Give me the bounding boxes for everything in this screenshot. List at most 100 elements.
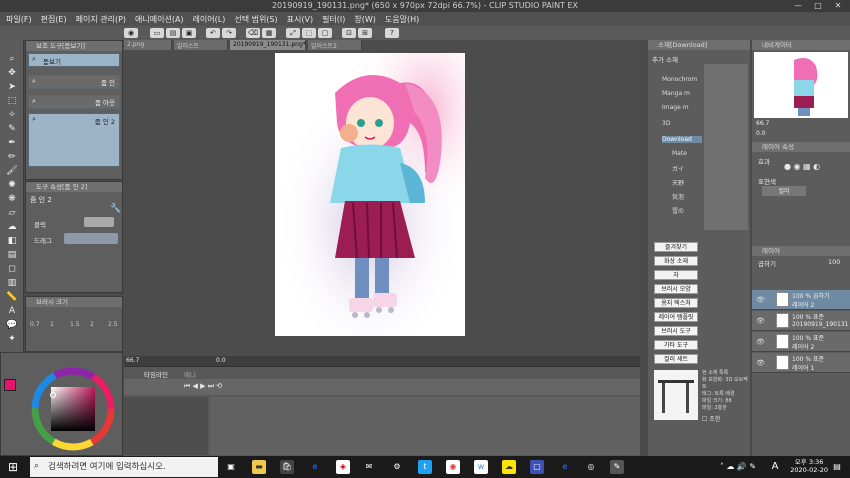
mail-icon[interactable]: ✉ bbox=[362, 460, 376, 474]
opacity-readout[interactable]: 100 bbox=[828, 258, 840, 266]
minimize-button[interactable]: — bbox=[790, 0, 806, 12]
material-category-button[interactable]: 브러시 모양 bbox=[654, 284, 698, 294]
material-category-button[interactable]: 컬러 세트 bbox=[654, 354, 698, 364]
notification-icon[interactable]: ▤ bbox=[830, 460, 844, 474]
save-icon[interactable]: ▣ bbox=[182, 28, 196, 38]
close-button[interactable]: ✕ bbox=[830, 0, 846, 12]
kakaotalk-icon[interactable]: ☁ bbox=[502, 460, 516, 474]
brush-size-value[interactable]: 2 bbox=[90, 321, 94, 328]
airbrush-tool-icon[interactable]: ✺ bbox=[5, 180, 19, 191]
balloon-tool-icon[interactable]: 💬 bbox=[5, 320, 19, 331]
layer-row[interactable]: 👁 100 % 표준 레이어 1 bbox=[752, 353, 850, 373]
pen-tool-icon[interactable]: ✒ bbox=[5, 138, 19, 149]
material-tree-item[interactable]: 3D bbox=[662, 120, 670, 127]
eye-icon[interactable]: 👁 bbox=[756, 317, 765, 325]
menu-edit[interactable]: 편집(E) bbox=[41, 14, 67, 25]
fill-tool-icon[interactable]: ◧ bbox=[5, 236, 19, 247]
canvas-paper[interactable] bbox=[275, 53, 465, 336]
timeline-tab[interactable]: 타임라인 bbox=[144, 369, 168, 379]
decoration-tool-icon[interactable]: ❋ bbox=[5, 194, 19, 205]
material-tree-item[interactable]: Mate bbox=[672, 150, 687, 157]
edge-legacy-icon[interactable]: e bbox=[558, 460, 572, 474]
file-explorer-icon[interactable]: ▬ bbox=[252, 460, 266, 474]
color-wheel[interactable] bbox=[31, 367, 115, 451]
deselect-icon[interactable]: ⬚ bbox=[302, 28, 316, 38]
material-category-button[interactable]: 화상 소재 bbox=[654, 256, 698, 266]
app-icon[interactable]: ◈ bbox=[336, 460, 350, 474]
lasso-tool-icon[interactable]: ✧ bbox=[5, 110, 19, 121]
edge-icon[interactable]: e bbox=[308, 460, 322, 474]
open-file-icon[interactable]: ▤ bbox=[166, 28, 180, 38]
material-category-button[interactable]: 브러시 도구 bbox=[654, 326, 698, 336]
playback-controls-icon[interactable]: ⏮ ◀ ▶ ⏭ ⟲ bbox=[184, 382, 222, 391]
material-category-button[interactable]: 가타 도구 bbox=[654, 340, 698, 350]
taskbar-clock[interactable]: 오후 3:36 2020-02-20 bbox=[790, 458, 828, 474]
menu-file[interactable]: 파일(F) bbox=[6, 14, 32, 25]
material-tree-item-selected[interactable]: Download bbox=[662, 136, 702, 143]
click-option[interactable] bbox=[84, 217, 114, 227]
eye-icon[interactable]: 👁 bbox=[756, 359, 765, 367]
menu-selection[interactable]: 선택 범위(S) bbox=[234, 14, 277, 25]
material-tree-item[interactable]: 気泡 bbox=[672, 192, 684, 201]
layer-row[interactable]: 👁 100 % 표준 20190919_190131 bbox=[752, 311, 850, 331]
brush-tool-icon[interactable]: 🖌 bbox=[5, 166, 19, 177]
layer-row[interactable]: 👁 100 % 표준 레이어 2 bbox=[752, 332, 850, 352]
rotation-readout[interactable]: 0.0 bbox=[216, 357, 226, 364]
operation-tool-icon[interactable]: ➤ bbox=[5, 82, 19, 93]
correction-tool-icon[interactable]: ✦ bbox=[5, 334, 19, 345]
redo-icon[interactable]: ↷ bbox=[222, 28, 236, 38]
navigator-preview[interactable] bbox=[754, 52, 848, 118]
doc-tab-active[interactable]: 20190919_190131.png* bbox=[230, 40, 306, 50]
material-preview-grid[interactable] bbox=[704, 64, 748, 230]
navigator-angle[interactable]: 0.0 bbox=[756, 130, 766, 137]
twitter-icon[interactable]: t bbox=[418, 460, 432, 474]
gradient-tool-icon[interactable]: ▤ bbox=[5, 250, 19, 261]
material-category-button[interactable]: 자 bbox=[654, 270, 698, 280]
wrench-icon[interactable]: 🔧 bbox=[110, 204, 121, 214]
app-w-icon[interactable]: w bbox=[474, 460, 488, 474]
brush-size-value[interactable]: 0.7 bbox=[30, 321, 40, 328]
grid-snap-icon[interactable]: ⊞ bbox=[358, 28, 372, 38]
pencil-tool-icon[interactable]: ✏ bbox=[5, 152, 19, 163]
layer-row[interactable]: 👁 100 % 곱하기 레이어 2 bbox=[752, 290, 850, 310]
text-tool-icon[interactable]: A bbox=[5, 306, 19, 317]
store-icon[interactable]: 🛍 bbox=[280, 460, 294, 474]
help-icon[interactable]: ? bbox=[385, 28, 399, 38]
steam-icon[interactable]: ⚙ bbox=[390, 460, 404, 474]
clip-studio-paint-icon[interactable]: ✎ bbox=[610, 460, 624, 474]
doc-tab[interactable]: 일러스트 bbox=[174, 40, 228, 50]
material-tree-item[interactable]: 天野 bbox=[672, 178, 684, 187]
main-color-swatch[interactable] bbox=[4, 379, 16, 391]
blend-tool-icon[interactable]: ☁ bbox=[5, 222, 19, 233]
material-tree-item[interactable]: 雪の bbox=[672, 206, 684, 215]
doc-tab[interactable]: 2.png bbox=[124, 40, 172, 50]
eraser-tool-icon[interactable]: ▱ bbox=[5, 208, 19, 219]
menu-layer[interactable]: 레이어(L) bbox=[193, 14, 226, 25]
navigator-zoom[interactable]: 66.7 bbox=[756, 120, 769, 127]
task-view-icon[interactable]: ▣ bbox=[224, 460, 238, 474]
color-mode-select[interactable]: 컬러 bbox=[762, 186, 806, 196]
brush-size-value[interactable]: 2.5 bbox=[108, 321, 118, 328]
zoom-readout[interactable]: 66.7 bbox=[126, 357, 139, 364]
frame-tool-icon[interactable]: ▥ bbox=[5, 278, 19, 289]
subtool-item[interactable]: ⌕ 돋보기 bbox=[28, 53, 120, 67]
animation-tab[interactable]: 애니 bbox=[184, 369, 196, 379]
windows-start-icon[interactable]: ⊞ bbox=[8, 460, 18, 474]
material-category-button[interactable]: 즐겨찾기 bbox=[654, 242, 698, 252]
timeline-frames[interactable] bbox=[210, 397, 640, 455]
zoom-tool-icon[interactable]: ⌕ bbox=[5, 54, 19, 65]
menu-window[interactable]: 창(W) bbox=[354, 14, 376, 25]
transform-icon[interactable]: ⤢ bbox=[286, 28, 300, 38]
figure-tool-icon[interactable]: ◻ bbox=[5, 264, 19, 275]
undo-icon[interactable]: ↶ bbox=[206, 28, 220, 38]
drag-option[interactable] bbox=[64, 233, 118, 244]
material-checkbox[interactable]: ☐ 조한 bbox=[702, 414, 720, 423]
effect-icons[interactable]: ● ◉ ▦ ◐ bbox=[784, 162, 820, 171]
material-tree-item[interactable]: Monochrom bbox=[662, 76, 697, 83]
clip-studio-launcher-icon[interactable]: ◎ bbox=[584, 460, 598, 474]
select-all-icon[interactable]: ▢ bbox=[318, 28, 332, 38]
menu-animation[interactable]: 애니메이션(A) bbox=[135, 14, 184, 25]
maximize-button[interactable]: □ bbox=[810, 0, 826, 12]
clear-icon[interactable]: ⌫ bbox=[246, 28, 260, 38]
eye-icon[interactable]: 👁 bbox=[756, 338, 765, 346]
